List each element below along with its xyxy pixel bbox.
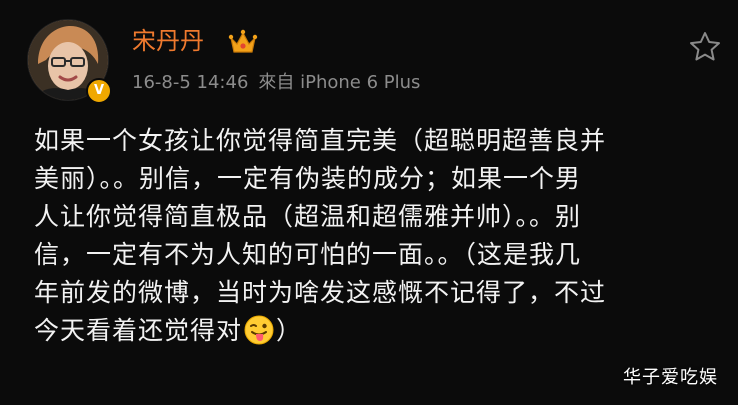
post-source[interactable]: 來自 iPhone 6 Plus — [258, 72, 420, 93]
content-line: 人让你觉得简直极品（超温和超儒雅并帅）。。别 — [34, 202, 582, 231]
crown-icon[interactable] — [228, 28, 258, 56]
content-line-text: 今天看着还觉得对 — [34, 316, 243, 345]
watermark: 华子爱吃娱 — [623, 367, 718, 388]
content-line-last: 今天看着还觉得对 ） — [34, 312, 724, 350]
tongue-out-emoji-icon — [244, 315, 274, 345]
post-content: 如果一个女孩让你觉得简直完美（超聪明超善良并 美丽）。。别信，一定有伪装的成分；… — [34, 122, 724, 350]
content-line: 如果一个女孩让你觉得简直完美（超聪明超善良并 — [34, 126, 607, 155]
content-tail: ） — [276, 316, 303, 345]
username[interactable]: 宋丹丹 — [132, 26, 204, 56]
content-line: 信，一定有不为人知的可怕的一面。。（这是我几 — [34, 240, 582, 269]
verified-badge-icon: V — [86, 78, 112, 104]
weibo-post: V 宋丹丹 16-8-5 14:46 來自 iPhone 6 Plus 如果一个女… — [0, 0, 738, 405]
content-line: 美丽）。。别信，一定有伪装的成分；如果一个男 — [34, 164, 582, 193]
content-line: 年前发的微博，当时为啥发这感慨不记得了，不过 — [34, 278, 607, 307]
star-icon[interactable] — [688, 30, 722, 62]
post-time: 16-8-5 14:46 — [132, 72, 249, 93]
post-meta: 16-8-5 14:46 來自 iPhone 6 Plus — [132, 70, 420, 96]
